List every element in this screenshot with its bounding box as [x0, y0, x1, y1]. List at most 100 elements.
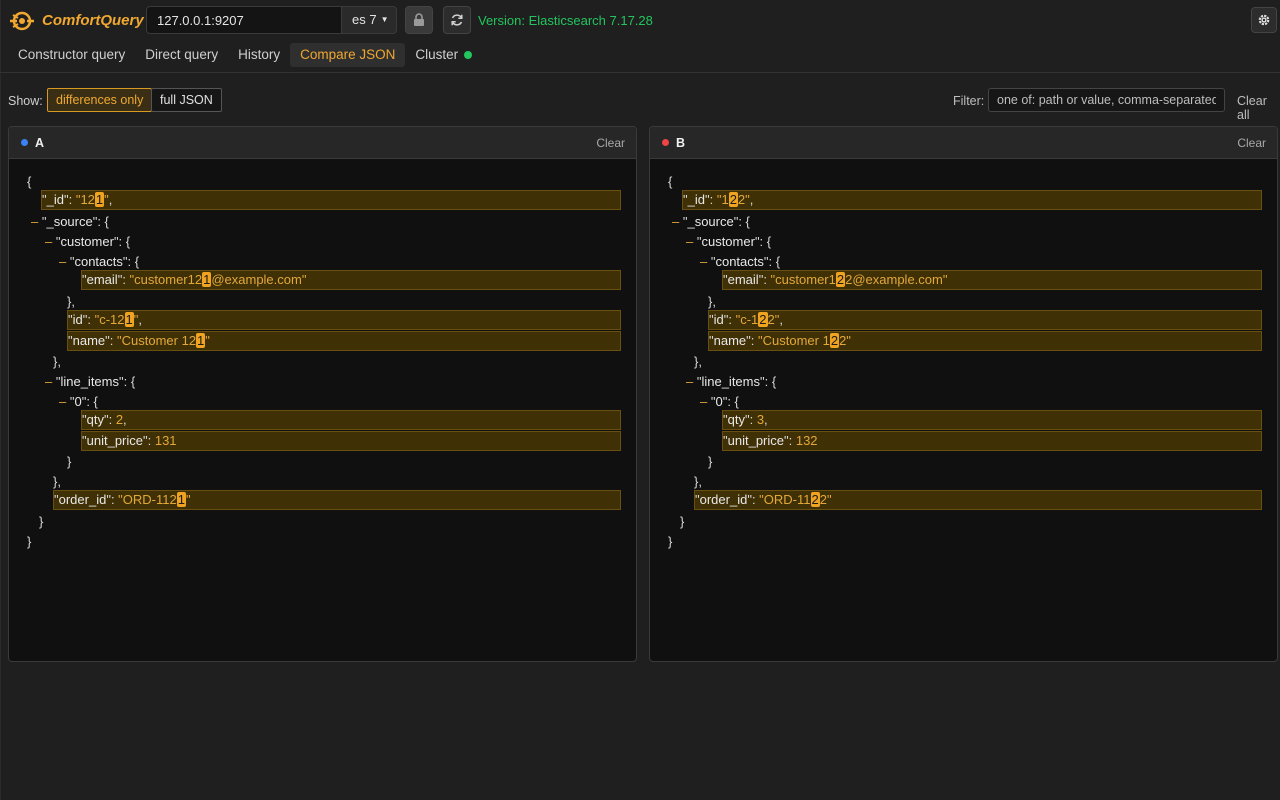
json-key: id [713, 312, 724, 327]
json-diff-row: "id": "c-122", [708, 310, 1262, 330]
full-json-button[interactable]: full JSON [151, 88, 222, 112]
panel-header: B Clear [650, 127, 1277, 159]
json-brace: }, [67, 294, 75, 309]
json-key: email [727, 272, 759, 287]
collapse-icon[interactable]: – [686, 234, 697, 249]
settings-button[interactable] [1251, 7, 1277, 33]
json-brace: } [668, 534, 673, 549]
json-brace: { [668, 174, 673, 189]
collapse-icon[interactable]: – [700, 254, 711, 269]
json-key: contacts [74, 254, 123, 269]
refresh-button[interactable] [443, 6, 471, 34]
json-object-line: – "_source": { [672, 214, 750, 229]
clear-all-button[interactable]: Clear all [1237, 94, 1280, 122]
json-key: order_id [58, 492, 107, 507]
lock-icon [414, 13, 424, 26]
json-value: "121" [75, 192, 109, 207]
json-brace: }, [53, 474, 61, 489]
json-diff-row: "_id": "121", [41, 190, 621, 210]
collapse-icon[interactable]: – [45, 374, 56, 389]
json-key: qty [727, 412, 745, 427]
tab-history[interactable]: History [228, 43, 290, 67]
panel-color-dot [21, 139, 28, 146]
tab-label: Constructor query [18, 47, 126, 62]
json-brace: } [680, 514, 685, 529]
collapse-icon[interactable]: – [59, 394, 70, 409]
tab-label: Direct query [145, 47, 219, 62]
tab-label: Compare JSON [300, 47, 396, 62]
es-version-select[interactable]: es 7 ▼ [341, 6, 397, 34]
json-brace: } [27, 534, 32, 549]
panel-clear-button[interactable]: Clear [1237, 136, 1266, 150]
json-key: id [72, 312, 83, 327]
json-key: _id [687, 192, 705, 207]
json-object-line: – "_source": { [31, 214, 109, 229]
json-key: _id [46, 192, 64, 207]
json-key: 0 [74, 394, 82, 409]
json-brace: }, [694, 354, 702, 369]
gear-icon [1258, 14, 1270, 26]
json-diff-row: "qty": 3, [722, 410, 1262, 430]
lock-button[interactable] [405, 6, 433, 34]
json-value: "c-121" [94, 312, 139, 327]
json-value: "Customer 121" [117, 333, 210, 348]
diff-highlight: 1 [176, 492, 186, 507]
json-key: qty [86, 412, 104, 427]
json-value: 3 [756, 412, 765, 427]
collapse-icon[interactable]: – [672, 214, 683, 229]
json-brace: }, [53, 354, 61, 369]
tab-compare-json[interactable]: Compare JSON [290, 43, 406, 67]
json-key: customer [701, 234, 755, 249]
json-diff-row: "name": "Customer 122" [708, 331, 1262, 351]
differences-only-button[interactable]: differences only [47, 88, 153, 112]
collapse-icon[interactable]: – [59, 254, 70, 269]
diff-highlight: 1 [202, 272, 212, 287]
collapse-icon[interactable]: – [45, 234, 56, 249]
json-object-line: – "customer": { [686, 234, 772, 249]
json-key: contacts [715, 254, 764, 269]
diff-highlight: 1 [94, 192, 105, 207]
diff-highlight: 2 [758, 312, 768, 327]
tab-label: Cluster [415, 47, 459, 62]
panel-clear-button[interactable]: Clear [596, 136, 625, 150]
json-diff-row: "order_id": "ORD-1121" [53, 490, 621, 510]
json-value: 132 [795, 433, 818, 448]
collapse-icon[interactable]: – [686, 374, 697, 389]
json-value: 131 [154, 433, 177, 448]
json-value: 2 [115, 412, 124, 427]
json-diff-row: "qty": 2, [81, 410, 621, 430]
app-logo[interactable]: ComfortQuery [8, 8, 144, 34]
tab-constructor-query[interactable]: Constructor query [8, 43, 135, 67]
json-key: unit_price [86, 433, 143, 448]
json-object-line: – "line_items": { [686, 374, 777, 389]
json-key: 0 [715, 394, 723, 409]
json-brace: } [39, 514, 44, 529]
panel-title: B [676, 135, 686, 150]
json-panel-a: A Clear {"_id": "121", – "_source": {– "c… [8, 126, 637, 662]
version-text: Version: Elasticsearch 7.17.28 [478, 13, 653, 28]
json-diff-row: "email": "customer122@example.com" [722, 270, 1262, 290]
chevron-down-icon: ▼ [380, 15, 389, 24]
json-brace: } [708, 454, 713, 469]
json-diff-row: "id": "c-121", [67, 310, 621, 330]
json-value: "ORD-1122" [759, 492, 832, 507]
json-brace: }, [708, 294, 716, 309]
json-key: _source [46, 214, 93, 229]
tab-cluster[interactable]: Cluster [405, 43, 482, 67]
json-value: "customer121@example.com" [129, 272, 307, 287]
collapse-icon[interactable]: – [700, 394, 711, 409]
diff-highlight: 2 [810, 492, 820, 507]
refresh-icon [451, 14, 463, 26]
filter-input[interactable] [988, 88, 1225, 112]
json-object-line: – "0": { [59, 394, 98, 409]
tab-direct-query[interactable]: Direct query [135, 43, 228, 67]
diff-highlight: 1 [196, 333, 206, 348]
json-diff-row: "order_id": "ORD-1122" [694, 490, 1262, 510]
json-diff-row: "unit_price": 131 [81, 431, 621, 451]
show-label: Show: [8, 94, 43, 108]
host-input[interactable] [146, 6, 342, 34]
json-object-line: – "contacts": { [59, 254, 140, 269]
panel-color-dot [662, 139, 669, 146]
json-brace: } [67, 454, 72, 469]
collapse-icon[interactable]: – [31, 214, 42, 229]
